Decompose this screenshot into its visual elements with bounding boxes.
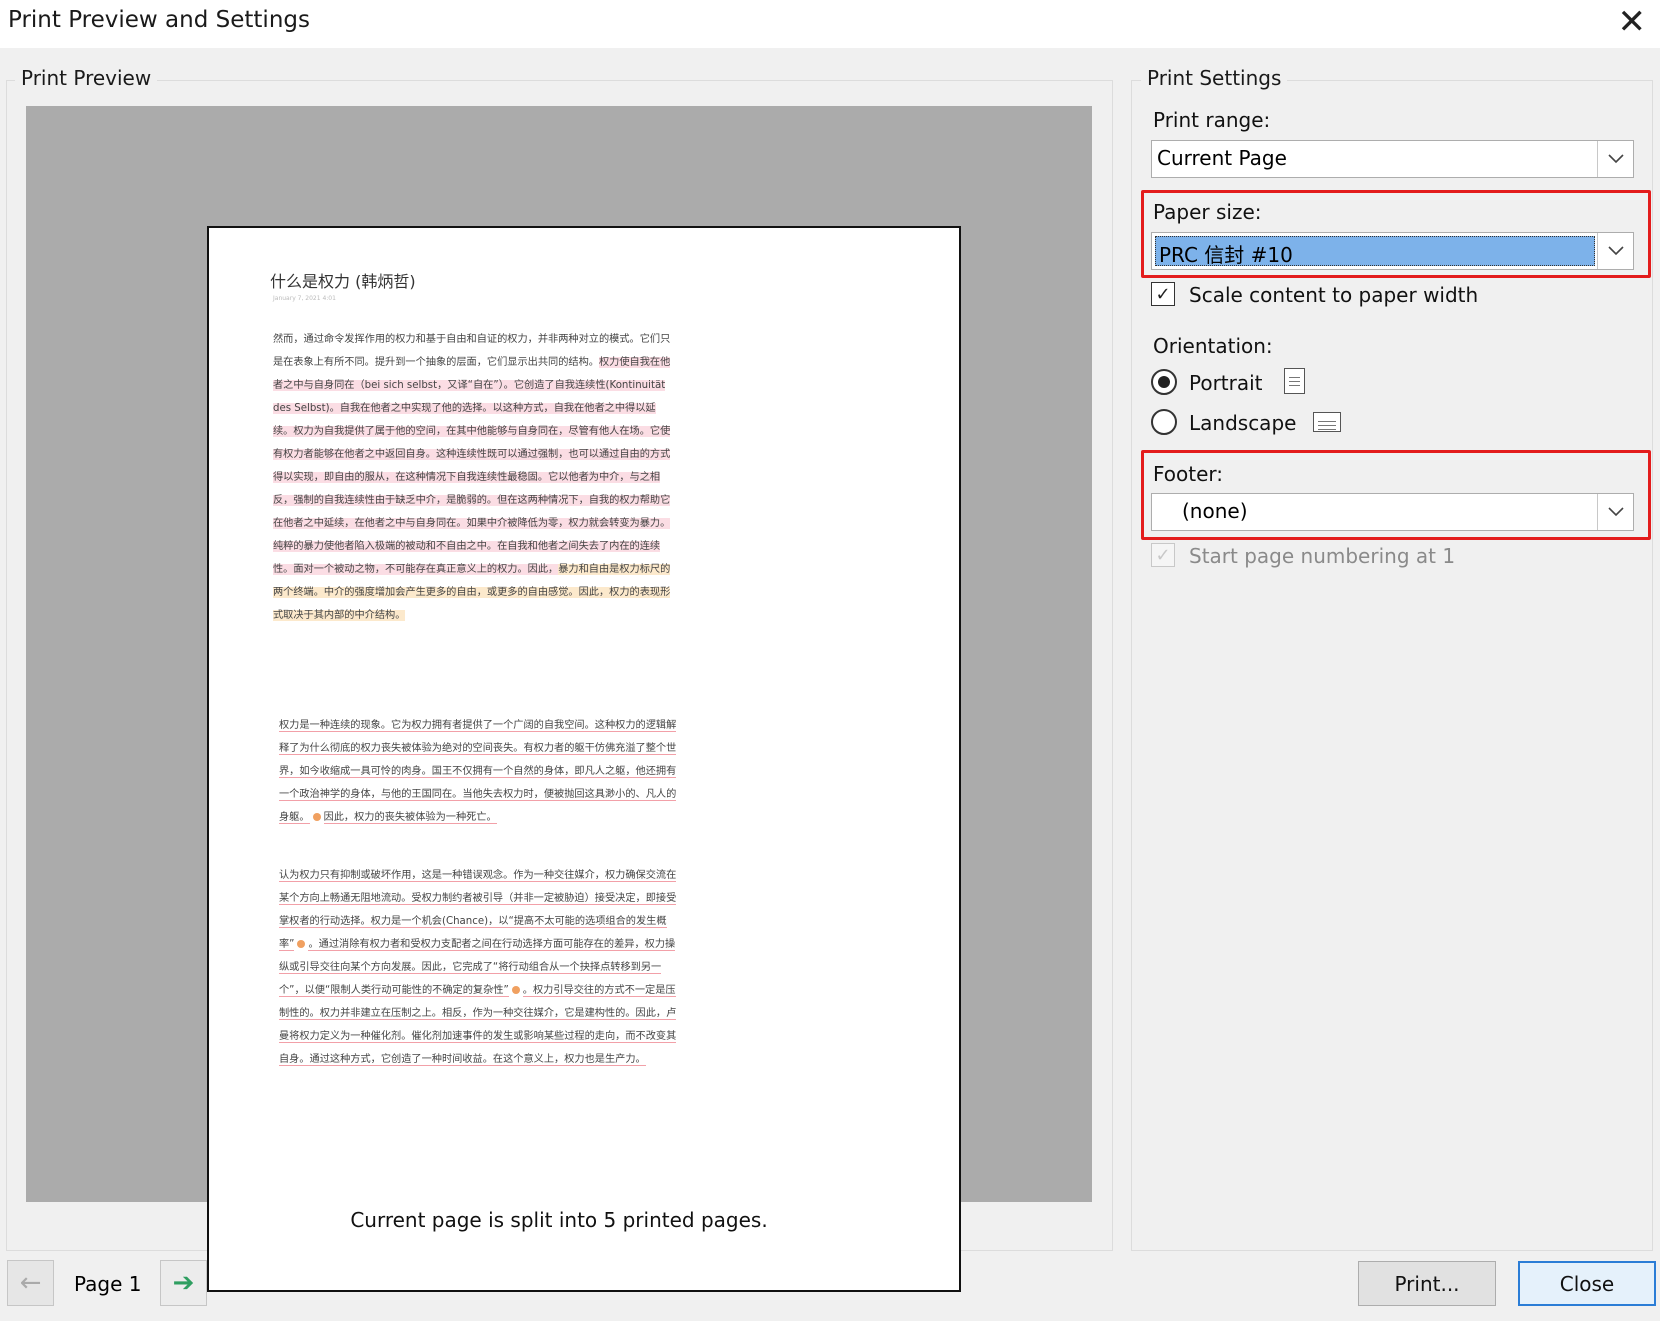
underlined-text: 。权力引导交往的方式不一定是压制性的。权力并非建立在压制之上。相反，作为一种交往… <box>279 985 677 1066</box>
document-paragraph: 然而，通过命令发挥作用的权力和基于自由和自证的权力，并非两种对立的模式。它们只是… <box>273 328 671 627</box>
title-bar: Print Preview and Settings ✕ <box>0 0 1660 48</box>
print-range-value: Current Page <box>1157 146 1287 170</box>
print-range-dropdown[interactable]: Current Page <box>1151 140 1634 178</box>
portrait-radio[interactable] <box>1151 369 1177 395</box>
landscape-page-icon <box>1313 412 1341 432</box>
check-icon: ✓ <box>1155 283 1171 305</box>
arrow-left-icon: ← <box>19 1268 42 1298</box>
paper-size-dropdown[interactable]: PRC 信封 #10 <box>1151 232 1634 270</box>
underlined-text: 权力是一种连续的现象。它为权力拥有者提供了一个广阔的自我空间。这种权力的逻辑解释… <box>279 720 677 824</box>
page-numbering-checkbox: ✓ <box>1151 543 1175 567</box>
chevron-down-icon[interactable] <box>1597 494 1633 530</box>
arrow-right-icon: ➔ <box>172 1268 195 1298</box>
paper-size-label: Paper size: <box>1153 200 1262 224</box>
check-icon: ✓ <box>1155 544 1171 566</box>
previous-page-button[interactable]: ← <box>7 1260 54 1306</box>
highlighted-text: 权力使自我在他者之中与自身同在（bei sich selbst，又译“自在”）。… <box>273 357 671 575</box>
document-date: January 7, 2021 4:01 <box>273 295 336 302</box>
print-settings-label: Print Settings <box>1141 66 1288 90</box>
document-title: 什么是权力 (韩炳哲) <box>270 272 416 291</box>
comment-marker-icon <box>312 813 321 821</box>
underlined-text: 因此，权力的丧失被体验为一种死亡。 <box>323 812 497 824</box>
comment-marker-icon <box>511 986 520 994</box>
footer-dropdown[interactable]: (none) <box>1151 493 1634 531</box>
landscape-label: Landscape <box>1189 411 1297 435</box>
scale-content-label: Scale content to paper width <box>1189 283 1479 307</box>
portrait-page-icon <box>1284 368 1305 394</box>
chevron-down-icon[interactable] <box>1597 233 1633 269</box>
paper-size-value: PRC 信封 #10 <box>1155 236 1595 267</box>
close-button[interactable]: Close <box>1518 1261 1656 1306</box>
print-preview-label: Print Preview <box>15 66 158 90</box>
page-numbering-label: Start page numbering at 1 <box>1189 544 1456 568</box>
document-paragraph: 认为权力只有抑制或破坏作用，这是一种错误观念。作为一种交往媒介，权力确保交流在某… <box>279 864 677 1071</box>
footer-label: Footer: <box>1153 462 1224 486</box>
print-button[interactable]: Print... <box>1358 1261 1496 1306</box>
document-paragraph: 权力是一种连续的现象。它为权力拥有者提供了一个广阔的自我空间。这种权力的逻辑解释… <box>279 714 677 829</box>
split-status-text: Current page is split into 5 printed pag… <box>350 1208 768 1232</box>
page-indicator: Page 1 <box>74 1272 142 1296</box>
scale-content-checkbox[interactable]: ✓ <box>1151 282 1175 306</box>
preview-page: 什么是权力 (韩炳哲) January 7, 2021 4:01 然而，通过命令… <box>207 226 961 1292</box>
orientation-label: Orientation: <box>1153 334 1273 358</box>
chevron-down-icon[interactable] <box>1597 141 1633 177</box>
print-range-label: Print range: <box>1153 108 1271 132</box>
comment-marker-icon <box>297 940 306 948</box>
window-title: Print Preview and Settings <box>8 7 310 33</box>
portrait-label: Portrait <box>1189 371 1263 395</box>
landscape-radio[interactable] <box>1151 409 1177 435</box>
footer-value: (none) <box>1182 499 1248 523</box>
close-icon[interactable]: ✕ <box>1618 2 1647 42</box>
preview-area[interactable]: 什么是权力 (韩炳哲) January 7, 2021 4:01 然而，通过命令… <box>26 106 1092 1292</box>
next-page-button[interactable]: ➔ <box>160 1260 207 1306</box>
